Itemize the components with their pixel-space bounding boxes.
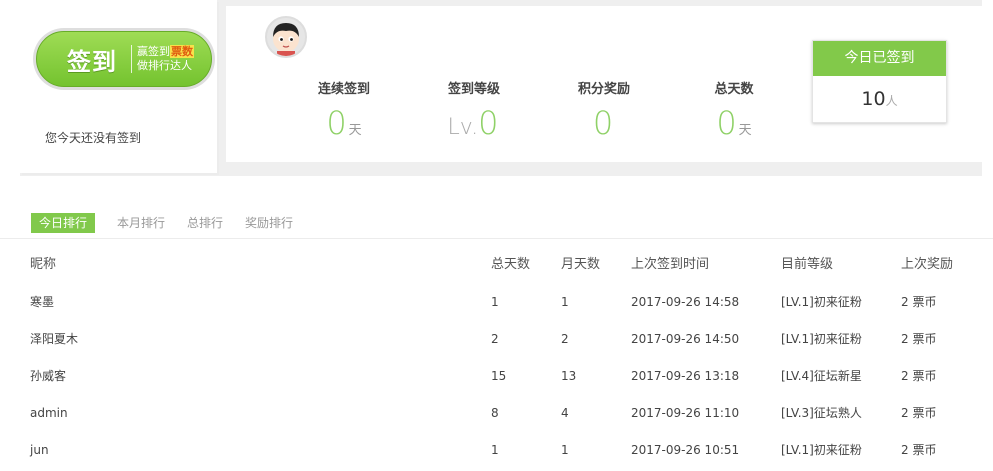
sign-in-button-face[interactable]: 签到 赢签到票数 做排行达人 — [36, 31, 212, 87]
table-header: 昵称 总天数 月天数 上次签到时间 目前等级 上次奖励 — [0, 246, 993, 284]
cell-current-level: [LV.4]征坛新星 — [781, 369, 862, 383]
cell-month-days: 1 — [561, 295, 569, 309]
cell-nickname[interactable]: 泽阳夏木 — [30, 321, 78, 358]
cell-current-level: [LV.1]初来征粉 — [781, 295, 862, 309]
cell-nickname[interactable]: jun — [30, 432, 49, 469]
tab-reward-ranking[interactable]: 奖励排行 — [245, 213, 293, 233]
cell-month-days: 1 — [561, 443, 569, 457]
sign-in-slogan: 赢签到票数 做排行达人 — [137, 45, 194, 73]
header-month-days: 月天数 — [561, 257, 601, 272]
cell-last-reward: 2 票币 — [901, 406, 937, 420]
stat-sign-level: 签到等级 Lv.0 — [419, 78, 529, 151]
sign-in-button[interactable]: 签到 赢签到票数 做排行达人 — [33, 28, 215, 90]
stat-value: 0天 — [716, 104, 752, 142]
today-signed-count: 10人 — [861, 88, 898, 110]
cell-current-level: [LV.1]初来征粉 — [781, 443, 862, 457]
header-total-days: 总天数 — [491, 257, 531, 272]
stat-label: 签到等级 — [447, 82, 500, 97]
cell-last-reward: 2 票币 — [901, 443, 937, 457]
stat-value: 0天 — [326, 104, 362, 142]
cell-last-sign-time: 2017-09-26 14:58 — [631, 295, 740, 309]
cell-last-sign-time: 2017-09-26 10:51 — [631, 443, 740, 457]
cell-total-days: 15 — [491, 369, 507, 383]
sign-in-slogan-highlight: 票数 — [170, 45, 194, 58]
stat-total-days: 总天数 0天 — [679, 78, 789, 151]
stat-label: 连续签到 — [317, 82, 370, 97]
cell-current-level: [LV.1]初来征粉 — [781, 332, 862, 346]
stat-points-reward: 积分奖励 0 — [549, 78, 659, 151]
cell-nickname[interactable]: 寒墨 — [30, 284, 54, 321]
tab-total-ranking[interactable]: 总排行 — [187, 213, 223, 233]
header-last-reward: 上次奖励 — [901, 257, 954, 272]
cell-last-reward: 2 票币 — [901, 369, 937, 383]
today-signed-title: 今日已签到 — [813, 41, 946, 76]
cell-last-sign-time: 2017-09-26 14:50 — [631, 332, 740, 346]
tab-today-ranking[interactable]: 今日排行 — [31, 213, 96, 233]
cell-month-days: 4 — [561, 406, 569, 420]
cell-last-sign-time: 2017-09-26 11:10 — [631, 406, 740, 420]
today-signed-box: 今日已签到 10人 — [812, 40, 947, 123]
table-row: 孙威客 15 13 2017-09-26 13:18 [LV.4]征坛新星 2 … — [0, 358, 993, 395]
tab-month-ranking[interactable]: 本月排行 — [117, 213, 165, 233]
cell-total-days: 1 — [491, 443, 499, 457]
ranking-tabs: 今日排行 本月排行 总排行 奖励排行 — [31, 213, 315, 233]
cell-last-sign-time: 2017-09-26 13:18 — [631, 369, 740, 383]
ranking-table: 昵称 总天数 月天数 上次签到时间 目前等级 上次奖励 寒墨 1 1 2017-… — [0, 246, 993, 469]
divider-strip — [226, 162, 982, 176]
cell-nickname[interactable]: 孙威客 — [30, 358, 66, 395]
sign-in-slogan-line1: 赢签到 — [137, 45, 170, 58]
cell-current-level: [LV.3]征坛熟人 — [781, 406, 862, 420]
cell-nickname[interactable]: admin — [30, 395, 68, 432]
table-row: 泽阳夏木 2 2 2017-09-26 14:50 [LV.1]初来征粉 2 票… — [0, 321, 993, 358]
cartoon-avatar-icon — [265, 16, 307, 58]
stat-value: 0 — [592, 104, 614, 142]
stat-label: 总天数 — [714, 82, 754, 97]
stat-label: 积分奖励 — [577, 82, 630, 97]
header-nickname: 昵称 — [30, 257, 57, 272]
table-row: admin 8 4 2017-09-26 11:10 [LV.3]征坛熟人 2 … — [0, 395, 993, 432]
sign-in-slogan-line2: 做排行达人 — [137, 59, 192, 72]
header-current-level: 目前等级 — [781, 257, 834, 272]
cell-month-days: 13 — [561, 369, 577, 383]
stat-value: Lv.0 — [447, 104, 499, 142]
cell-total-days: 2 — [491, 332, 499, 346]
cell-last-reward: 2 票币 — [901, 295, 937, 309]
stat-consecutive-days: 连续签到 0天 — [289, 78, 399, 151]
cell-last-reward: 2 票币 — [901, 332, 937, 346]
divider-strip — [217, 0, 226, 176]
table-row: jun 1 1 2017-09-26 10:51 [LV.1]初来征粉 2 票币 — [0, 432, 993, 469]
cell-total-days: 1 — [491, 295, 499, 309]
cell-month-days: 2 — [561, 332, 569, 346]
header-last-sign-time: 上次签到时间 — [631, 257, 710, 272]
cell-total-days: 8 — [491, 406, 499, 420]
sign-status-text: 您今天还没有签到 — [45, 131, 142, 145]
table-row: 寒墨 1 1 2017-09-26 14:58 [LV.1]初来征粉 2 票币 — [0, 284, 993, 321]
sign-in-label: 签到 — [67, 47, 117, 76]
tabs-divider — [0, 238, 993, 239]
sign-in-divider — [131, 45, 132, 73]
